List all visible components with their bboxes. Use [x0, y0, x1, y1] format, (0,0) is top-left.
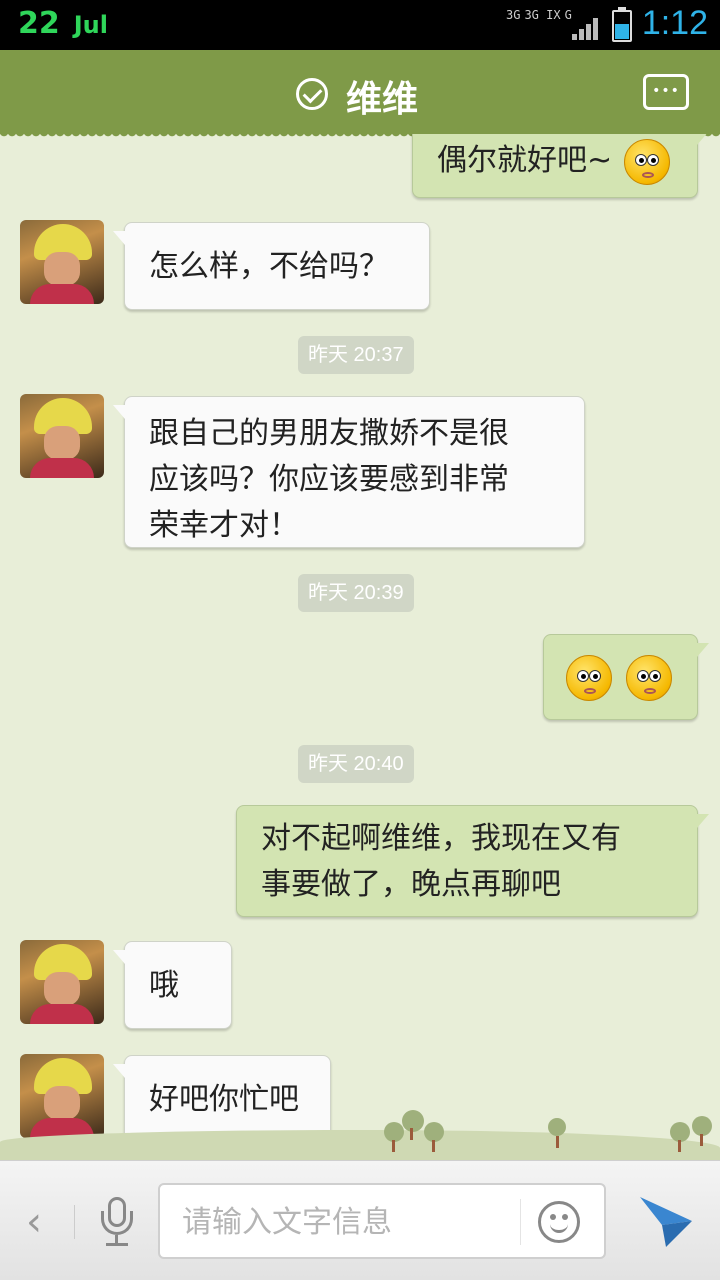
message-bubble-sent[interactable]: 偶尔就好吧~ — [412, 134, 709, 198]
message-text-line: 对不起啊维维，我现在又有 — [261, 821, 621, 856]
dizzy-emoji-icon — [623, 138, 670, 185]
status-time: 1:12 — [641, 4, 708, 42]
chat-title: 维维 — [346, 79, 419, 120]
chat-header: 维维 — [0, 50, 720, 140]
network-g-label: G — [564, 8, 572, 22]
tree-decoration-icon — [692, 1116, 712, 1146]
tree-decoration-icon — [424, 1122, 444, 1152]
message-text-line: 跟自己的男朋友撒娇不是很 — [149, 416, 509, 451]
chat-area[interactable]: 偶尔就好吧~ 怎么样，不给吗？ 昨天 20:37 跟自己的男朋友撒娇不是很 应该… — [0, 134, 720, 1160]
message-text-line: 应该吗？你应该要感到非常 — [149, 462, 509, 497]
tree-decoration-icon — [670, 1122, 690, 1152]
tree-decoration-icon — [384, 1122, 404, 1152]
network-indicators: 3G 3G IX G — [506, 8, 576, 23]
message-bubble-sent[interactable] — [543, 634, 709, 720]
tree-decoration-icon — [548, 1118, 566, 1148]
message-text: 偶尔就好吧~ — [437, 143, 613, 178]
network-3g-ix-label: 3G IX — [524, 8, 561, 22]
shocked-emoji-icon — [625, 654, 672, 701]
chevron-left-icon[interactable]: ‹ — [26, 1199, 42, 1245]
network-3g-label: 3G — [506, 8, 521, 22]
message-bubble-received[interactable]: 怎么样，不给吗？ — [113, 222, 430, 310]
message-input-box[interactable] — [158, 1183, 606, 1259]
timestamp-badge: 昨天 20:40 — [298, 745, 414, 783]
message-text: 怎么样，不给吗？ — [149, 249, 389, 284]
message-text-line: 事要做了，晚点再聊吧 — [261, 867, 561, 902]
status-date: 22 Jul — [18, 6, 108, 41]
status-date-day: 22 — [18, 6, 60, 41]
microphone-icon[interactable] — [98, 1197, 136, 1247]
emoji-picker-icon[interactable] — [538, 1201, 580, 1243]
contact-avatar[interactable] — [20, 940, 104, 1024]
chat-menu-button[interactable] — [643, 74, 689, 110]
divider — [74, 1205, 75, 1239]
contact-avatar[interactable] — [20, 1054, 104, 1138]
shocked-emoji-icon — [566, 654, 612, 701]
tree-decoration-icon — [402, 1110, 424, 1140]
divider — [520, 1199, 521, 1245]
message-input[interactable] — [182, 1195, 512, 1249]
contact-avatar[interactable] — [20, 394, 104, 478]
signal-icon — [572, 18, 602, 40]
verified-check-icon — [296, 78, 328, 110]
input-bar: ‹ — [0, 1160, 720, 1280]
message-text: 哦 — [149, 968, 179, 1003]
status-date-month: Jul — [73, 11, 108, 39]
landscape-decoration — [0, 1130, 720, 1160]
send-icon[interactable] — [636, 1191, 696, 1251]
status-bar: 22 Jul 3G 3G IX G 1:12 — [0, 0, 720, 50]
timestamp-badge: 昨天 20:39 — [298, 574, 414, 612]
message-bubble-received[interactable]: 跟自己的男朋友撒娇不是很 应该吗？你应该要感到非常 荣幸才对！ — [113, 396, 585, 548]
timestamp-badge: 昨天 20:37 — [298, 336, 414, 374]
message-text: 好吧你忙吧 — [149, 1082, 299, 1117]
message-bubble-received[interactable]: 哦 — [113, 941, 232, 1029]
battery-icon — [612, 7, 632, 42]
message-bubble-sent[interactable]: 对不起啊维维，我现在又有 事要做了，晚点再聊吧 — [236, 805, 709, 917]
message-text-line: 荣幸才对！ — [149, 508, 299, 543]
contact-avatar[interactable] — [20, 220, 104, 304]
